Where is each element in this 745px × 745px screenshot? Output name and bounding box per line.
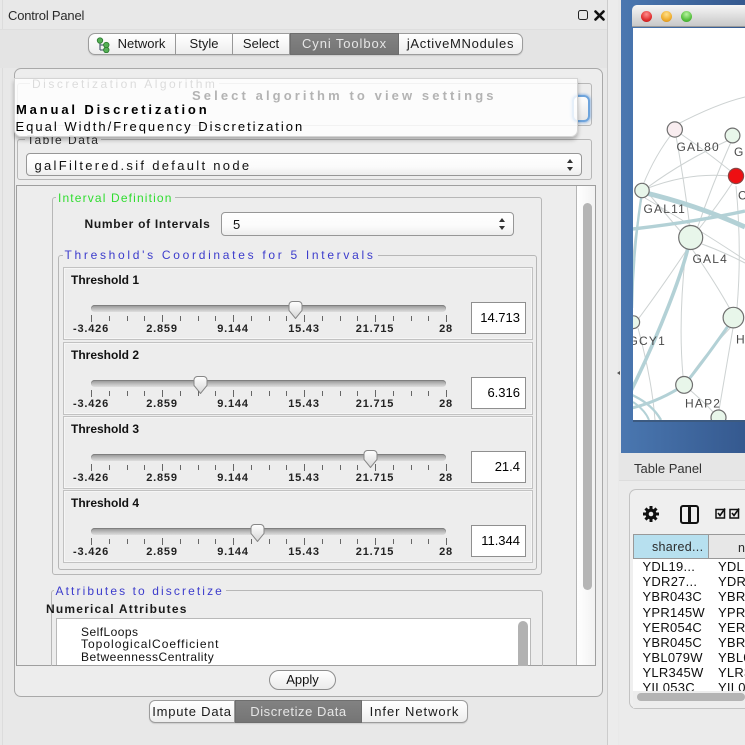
svg-text:GCY1: GCY1 <box>633 334 666 348</box>
svg-text:G.: G. <box>734 145 745 159</box>
svg-text:GAL4: GAL4 <box>693 252 729 266</box>
svg-text:GAL80: GAL80 <box>677 140 720 154</box>
svg-text:GAL11: GAL11 <box>644 202 686 216</box>
svg-text:HAP2: HAP2 <box>685 397 721 411</box>
svg-text:H: H <box>736 333 745 347</box>
svg-text:C: C <box>738 189 745 203</box>
